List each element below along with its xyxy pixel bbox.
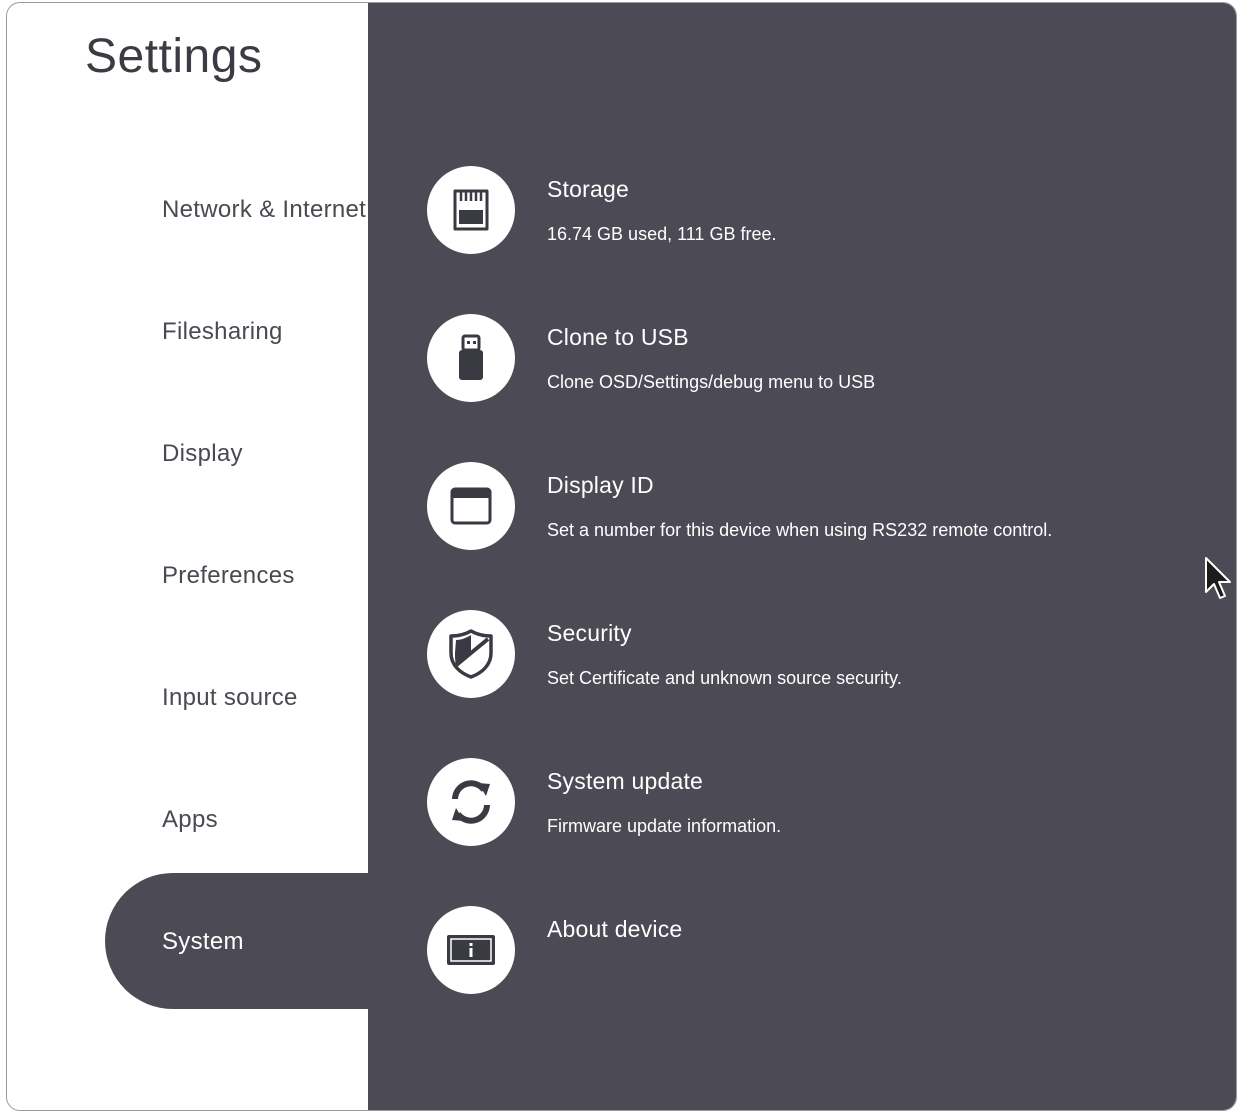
about-device-item[interactable]: About device [427,906,1227,996]
sidebar-item-preferences[interactable]: Preferences [162,562,295,590]
sidebar-item-display[interactable]: Display [162,440,243,468]
selected-item-highlight [105,873,405,1009]
storage-subtitle: 16.74 GB used, 111 GB free. [547,224,777,244]
settings-window: Settings Network & Internet Filesharing … [6,2,1237,1111]
display-id-icon [427,462,515,550]
security-title: Security [547,620,632,646]
display-id-item[interactable]: Display ID Set a number for this device … [427,462,1227,552]
storage-title: Storage [547,176,629,202]
sidebar-item-apps[interactable]: Apps [162,806,218,834]
about-device-title: About device [547,916,683,942]
storage-item[interactable]: Storage 16.74 GB used, 111 GB free. [427,166,1227,256]
sidebar-item-system[interactable]: System [162,928,244,956]
display-id-title: Display ID [547,472,654,498]
sd-card-icon [427,166,515,254]
system-update-item[interactable]: System update Firmware update informatio… [427,758,1227,848]
clone-to-usb-title: Clone to USB [547,324,689,350]
shield-icon [427,610,515,698]
system-update-subtitle: Firmware update information. [547,816,782,836]
security-item[interactable]: Security Set Certificate and unknown sou… [427,610,1227,700]
usb-drive-icon [427,314,515,402]
info-icon [427,906,515,994]
sidebar-item-input-source[interactable]: Input source [162,684,298,712]
sidebar-item-filesharing[interactable]: Filesharing [162,318,283,346]
security-subtitle: Set Certificate and unknown source secur… [547,668,902,688]
sidebar: Settings Network & Internet Filesharing … [7,3,405,1110]
clone-to-usb-subtitle: Clone OSD/Settings/debug menu to USB [547,372,876,392]
page-title: Settings [85,30,263,83]
selection-notch-bottom [323,1009,368,1054]
mouse-cursor-icon [1203,556,1233,607]
system-update-title: System update [547,768,704,794]
clone-to-usb-item[interactable]: Clone to USB Clone OSD/Settings/debug me… [427,314,1227,404]
sidebar-item-network[interactable]: Network & Internet [162,196,366,224]
sync-icon [427,758,515,846]
selection-notch-top [323,829,368,874]
display-id-subtitle: Set a number for this device when using … [547,520,1053,540]
